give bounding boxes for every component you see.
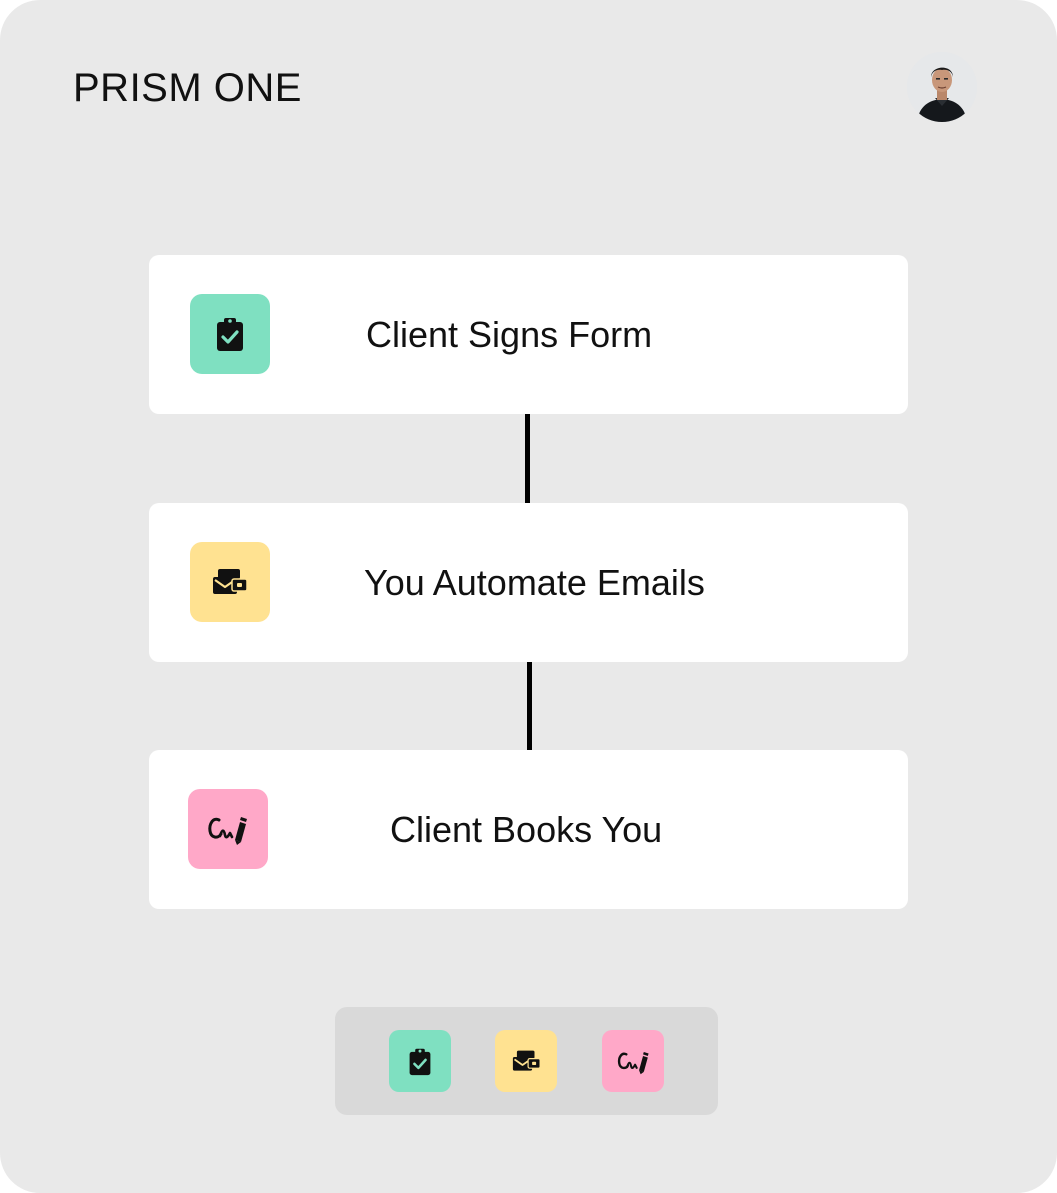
clipboard-check-icon (217, 318, 243, 351)
mail-stack-icon (512, 1050, 541, 1071)
step-icon-tile (188, 789, 268, 869)
dock-item-emails[interactable] (495, 1030, 557, 1092)
step-card-you-automate-emails[interactable]: You Automate Emails (149, 503, 908, 662)
avatar[interactable] (907, 52, 977, 122)
bottom-dock (335, 1007, 718, 1115)
step-card-client-signs-form[interactable]: Client Signs Form (149, 255, 908, 414)
signature-pen-icon (208, 817, 247, 845)
flow-connector (525, 414, 530, 503)
signature-pen-icon (617, 1051, 649, 1074)
app-frame: PRISM ONE Client Signs Form You Automate… (0, 0, 1057, 1193)
clipboard-check-icon (409, 1048, 431, 1075)
step-card-client-books-you[interactable]: Client Books You (149, 750, 908, 909)
mail-stack-icon (213, 569, 248, 594)
user-avatar-icon (907, 52, 977, 122)
dock-item-bookings[interactable] (602, 1030, 664, 1092)
dock-item-form[interactable] (389, 1030, 451, 1092)
step-label: Client Books You (390, 809, 663, 850)
step-icon-tile (190, 294, 270, 374)
brand-title: PRISM ONE (73, 66, 302, 110)
step-label: You Automate Emails (364, 562, 705, 603)
step-icon-tile (190, 542, 270, 622)
step-label: Client Signs Form (366, 314, 653, 355)
flow-connector (527, 662, 532, 751)
